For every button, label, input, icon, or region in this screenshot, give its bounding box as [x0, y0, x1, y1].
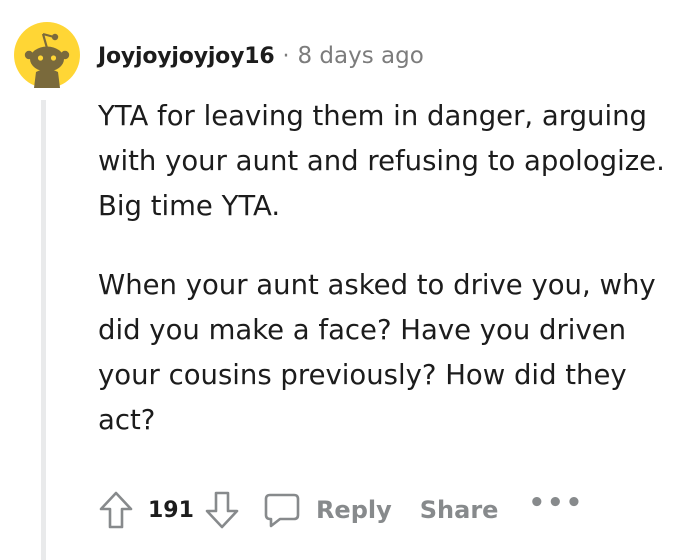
reply-button[interactable]: Reply	[262, 490, 392, 530]
comment-paragraph: YTA for leaving them in danger, arguing …	[98, 100, 665, 222]
share-button[interactable]: Share	[420, 496, 499, 524]
comment-header: Joyjoyjoyjoy16 · 8 days ago	[98, 38, 424, 74]
timestamp[interactable]: 8 days ago	[297, 43, 423, 69]
arrow-up-icon	[99, 491, 133, 529]
more-options-button[interactable]: •••	[528, 488, 584, 518]
comment-paragraph: When your aunt asked to drive you, why d…	[98, 269, 656, 436]
arrow-down-icon	[205, 491, 239, 529]
comment-card: Joyjoyjoyjoy16 · 8 days ago YTA for leav…	[0, 0, 700, 560]
thread-line[interactable]	[41, 100, 46, 560]
username-link[interactable]: Joyjoyjoyjoy16	[98, 44, 275, 69]
downvote-button[interactable]	[204, 490, 240, 530]
comment-body: YTA for leaving them in danger, arguing …	[98, 94, 688, 477]
user-avatar[interactable]	[14, 22, 80, 88]
separator-dot: ·	[282, 43, 290, 69]
reply-label[interactable]: Reply	[316, 496, 392, 524]
speech-bubble-icon	[264, 493, 300, 528]
snoo-avatar-icon	[14, 22, 80, 88]
upvote-button[interactable]	[98, 490, 134, 530]
vote-score: 191	[148, 497, 194, 523]
comment-actions: 191 Reply Share •••	[98, 488, 584, 532]
